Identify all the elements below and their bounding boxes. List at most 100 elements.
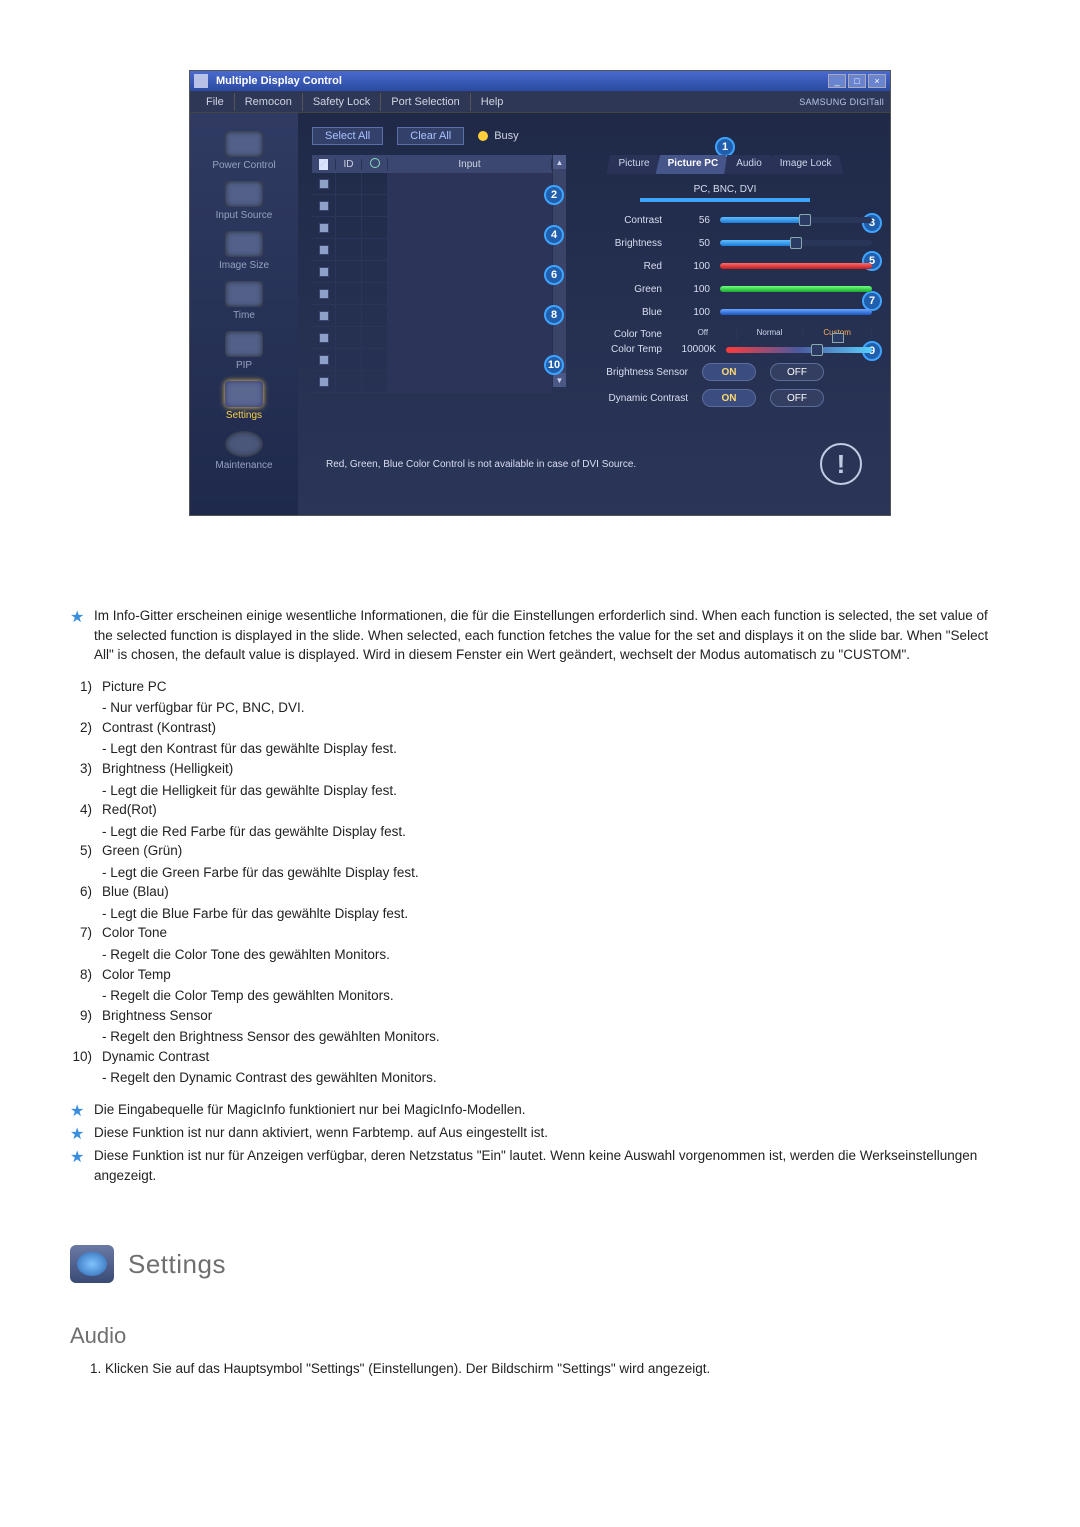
row-checkbox[interactable]: [319, 179, 329, 189]
green-slider[interactable]: [720, 286, 872, 292]
item-number: 8): [70, 965, 92, 1006]
red-slider[interactable]: [720, 263, 872, 269]
marker-2: 2: [544, 185, 564, 205]
item-sub: - Legt die Helligkeit für das gewählte D…: [102, 781, 1010, 801]
table-row[interactable]: [312, 283, 552, 305]
power-icon: [370, 158, 380, 168]
tab-picture-pc[interactable]: Picture PC: [656, 155, 731, 174]
tab-image-lock[interactable]: Image Lock: [768, 155, 844, 174]
row-checkbox[interactable]: [319, 245, 329, 255]
item-sub: - Legt die Green Farbe für das gewählte …: [102, 863, 1010, 883]
item-number: 1): [70, 677, 92, 718]
tone-marker: [832, 333, 844, 343]
menu-help[interactable]: Help: [471, 93, 514, 111]
maintenance-icon: [225, 431, 263, 457]
table-row[interactable]: [312, 173, 552, 195]
menu-safety-lock[interactable]: Safety Lock: [303, 93, 381, 111]
mode-bar: [640, 198, 810, 202]
app-icon: [194, 74, 208, 88]
marker-1: 1: [715, 137, 735, 157]
item-sub: - Regelt den Dynamic Contrast des gewähl…: [102, 1068, 1010, 1088]
item-number: 4): [70, 800, 92, 841]
mode-indicator: PC, BNC, DVI: [578, 180, 872, 210]
color-tone-selector[interactable]: Off Normal Custom: [670, 328, 872, 340]
list-item: 9)Brightness Sensor- Regelt den Brightne…: [70, 1006, 1010, 1047]
star-icon: ★: [70, 606, 84, 665]
notice-text: Red, Green, Blue Color Control is not av…: [326, 459, 820, 470]
table-row[interactable]: [312, 371, 552, 393]
sidebar-item-power-control[interactable]: Power Control: [212, 131, 275, 171]
scroll-up-icon[interactable]: ▲: [553, 155, 566, 169]
row-checkbox[interactable]: [319, 333, 329, 343]
star-icon: ★: [70, 1123, 84, 1146]
sidebar-item-time[interactable]: Time: [225, 281, 263, 321]
marker-4: 4: [544, 225, 564, 245]
sidebar-item-maintenance[interactable]: Maintenance: [215, 431, 272, 471]
table-row[interactable]: [312, 327, 552, 349]
sidebar-item-input-source[interactable]: Input Source: [216, 181, 273, 221]
item-title: Green (Grün): [102, 841, 1010, 861]
blue-slider[interactable]: [720, 309, 872, 315]
contrast-label: Contrast: [578, 215, 662, 226]
grid-col-input: Input: [388, 159, 552, 170]
dynamic-contrast-on-button[interactable]: ON: [702, 389, 756, 407]
table-row[interactable]: [312, 305, 552, 327]
section-title: Settings: [128, 1249, 226, 1280]
star-icon: ★: [70, 1100, 84, 1123]
item-number: 6): [70, 882, 92, 923]
sidebar-item-settings[interactable]: Settings: [225, 381, 263, 421]
tone-opt-off[interactable]: Off: [670, 328, 737, 340]
close-button[interactable]: ×: [868, 74, 886, 88]
table-row[interactable]: [312, 349, 552, 371]
brightness-sensor-on-button[interactable]: ON: [702, 363, 756, 381]
menu-port-selection[interactable]: Port Selection: [381, 93, 470, 111]
scroll-down-icon[interactable]: ▼: [553, 373, 566, 387]
dynamic-contrast-off-button[interactable]: OFF: [770, 389, 824, 407]
table-row[interactable]: [312, 195, 552, 217]
maximize-button[interactable]: □: [848, 74, 866, 88]
table-row[interactable]: [312, 217, 552, 239]
item-title: Color Temp: [102, 965, 1010, 985]
settings-section-icon: [70, 1245, 114, 1283]
busy-label: Busy: [494, 130, 518, 142]
footnote-text: Diese Funktion ist nur dann aktiviert, w…: [94, 1123, 548, 1146]
menu-file[interactable]: File: [196, 93, 235, 111]
table-row[interactable]: [312, 239, 552, 261]
color-temp-slider[interactable]: [726, 347, 872, 353]
clear-all-button[interactable]: Clear All: [397, 127, 464, 145]
brightness-sensor-off-button[interactable]: OFF: [770, 363, 824, 381]
select-all-button[interactable]: Select All: [312, 127, 383, 145]
dynamic-contrast-label: Dynamic Contrast: [578, 393, 688, 404]
list-item: 1)Picture PC- Nur verfügbar für PC, BNC,…: [70, 677, 1010, 718]
sidebar-item-label: Time: [233, 310, 255, 321]
list-item: 3)Brightness (Helligkeit)- Legt die Hell…: [70, 759, 1010, 800]
grid-col-check: ✓: [312, 159, 336, 170]
sidebar-item-pip[interactable]: PIP: [225, 331, 263, 371]
row-checkbox[interactable]: [319, 377, 329, 387]
row-checkbox[interactable]: [319, 201, 329, 211]
brightness-slider[interactable]: [720, 240, 872, 246]
row-checkbox[interactable]: [319, 355, 329, 365]
contrast-slider[interactable]: [720, 217, 872, 223]
table-row[interactable]: [312, 261, 552, 283]
item-number: 7): [70, 923, 92, 964]
row-checkbox[interactable]: [319, 223, 329, 233]
info-grid: ✓ ID Input: [312, 155, 552, 407]
tab-audio[interactable]: Audio: [724, 155, 774, 174]
tab-picture[interactable]: Picture: [607, 155, 662, 174]
row-checkbox[interactable]: [319, 267, 329, 277]
settings-panel: 1 2 3 4 5 6 7 8 9 10 Picture Picture PC: [574, 155, 876, 407]
minimize-button[interactable]: _: [828, 74, 846, 88]
image-size-icon: [225, 231, 263, 257]
description-block: ★ Im Info-Gitter erscheinen einige wesen…: [70, 606, 1010, 1185]
intro-text: Im Info-Gitter erscheinen einige wesentl…: [94, 606, 1010, 665]
checkbox-icon[interactable]: ✓: [318, 158, 328, 171]
row-checkbox[interactable]: [319, 311, 329, 321]
menu-remocon[interactable]: Remocon: [235, 93, 303, 111]
tone-opt-normal[interactable]: Normal: [737, 328, 804, 340]
notice-box: Red, Green, Blue Color Control is not av…: [312, 433, 876, 495]
row-checkbox[interactable]: [319, 289, 329, 299]
item-number: 10): [70, 1047, 92, 1088]
sidebar-item-image-size[interactable]: Image Size: [219, 231, 269, 271]
item-sub: - Nur verfügbar für PC, BNC, DVI.: [102, 698, 1010, 718]
